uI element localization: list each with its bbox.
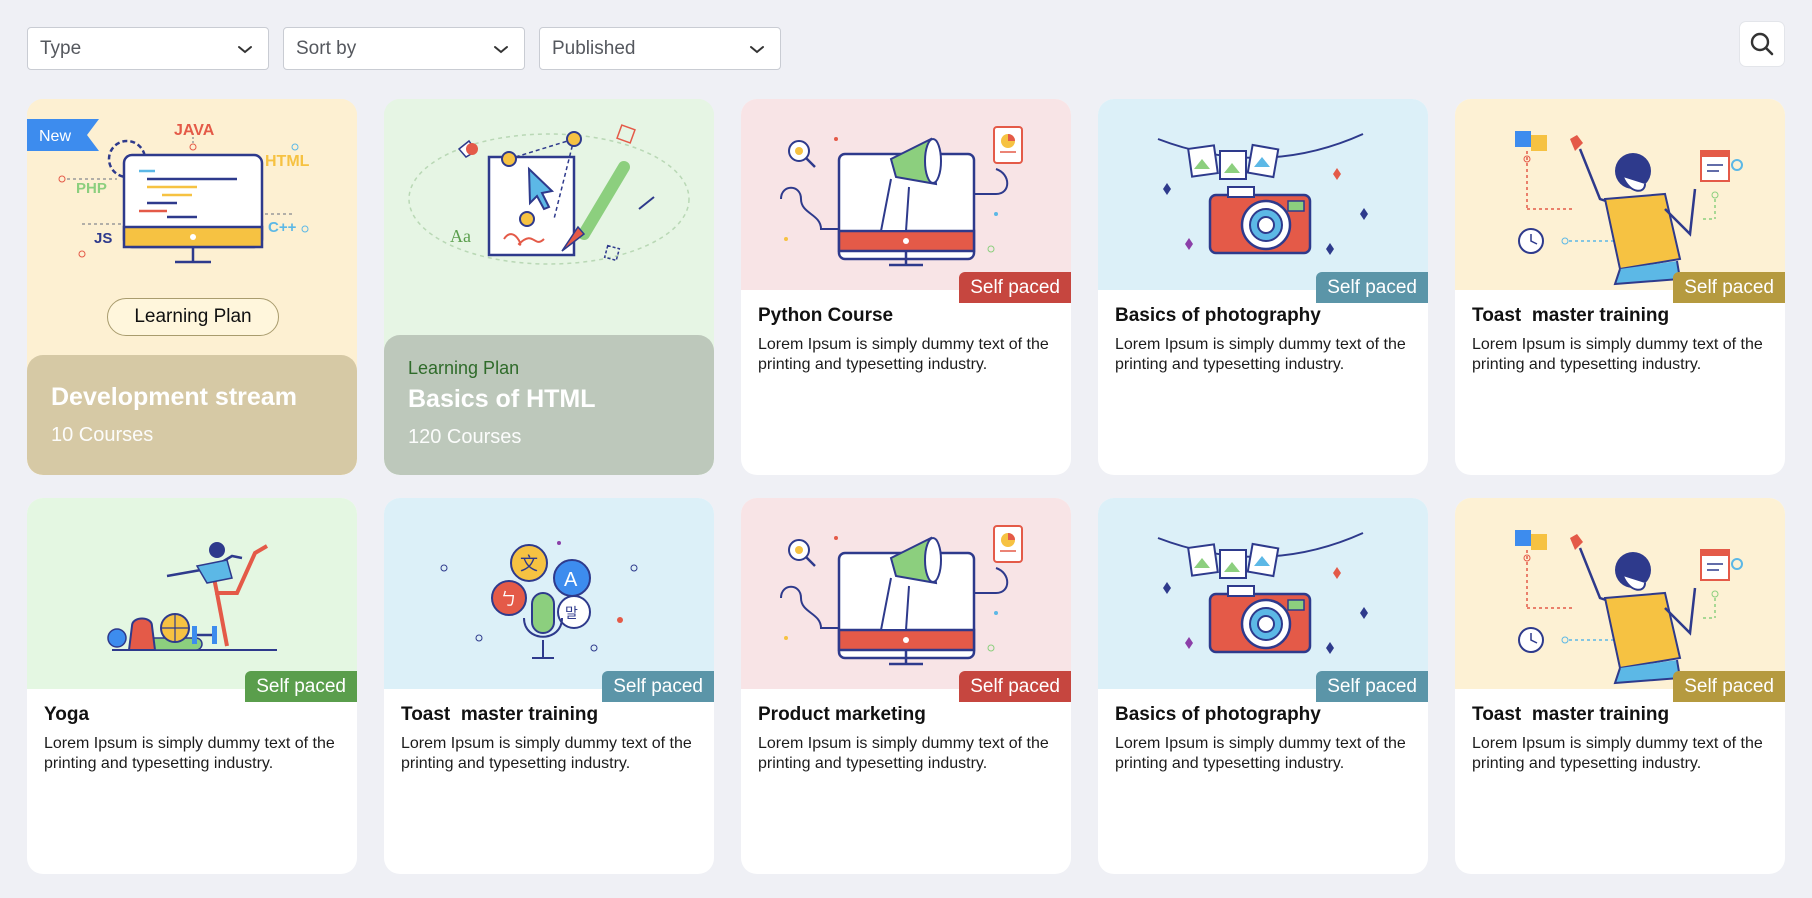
self-paced-badge: Self paced — [602, 671, 714, 702]
camera-illustration — [1098, 99, 1428, 290]
filter-bar: Type Sort by Published — [27, 27, 781, 70]
sort-select-value: Sort by — [296, 37, 357, 59]
course-description: Lorem Ipsum is simply dummy text of the … — [758, 336, 1049, 373]
course-description: Lorem Ipsum is simply dummy text of the … — [1115, 735, 1406, 772]
svg-text:HTML: HTML — [265, 153, 310, 170]
course-description: Lorem Ipsum is simply dummy text of the … — [1472, 735, 1763, 772]
published-select[interactable]: Published — [539, 27, 781, 70]
course-card[interactable]: Self paced Toast master training Lorem Ips… — [1455, 498, 1785, 874]
course-title: Product marketing — [758, 704, 926, 725]
type-select-value: Type — [40, 37, 82, 59]
svg-text:New: New — [39, 128, 71, 145]
course-card[interactable]: Self paced Yoga Lorem Ipsum is simply dumm… — [27, 498, 357, 874]
self-paced-badge: Self paced — [1316, 671, 1428, 702]
svg-text:文: 文 — [520, 554, 538, 575]
catalog-grid: JAVA HTML PHP JS C++ New Learning Plan D… — [27, 99, 1785, 874]
self-paced-badge: Self paced — [1673, 272, 1785, 303]
self-paced-badge: Self paced — [959, 272, 1071, 303]
course-card[interactable]: 文 A ㄅ 말 Self paced Toast master training L… — [384, 498, 714, 874]
course-card[interactable]: Self paced Basics of photography Lorem Ips… — [1098, 498, 1428, 874]
camera-illustration — [1098, 498, 1428, 689]
course-description: Lorem Ipsum is simply dummy text of the … — [1472, 336, 1763, 373]
svg-text:PHP: PHP — [76, 180, 107, 197]
course-title: Toast master training — [1472, 704, 1670, 725]
svg-text:A: A — [564, 569, 578, 591]
new-tag: New — [27, 119, 99, 151]
plan-info-panel: Learning Plan Basics of HTML 120 Courses — [384, 335, 714, 475]
course-title: Python Course — [758, 305, 894, 326]
marketing-illustration — [741, 498, 1071, 689]
learning-plan-card[interactable]: Aa Learning Plan Basics of HTML 120 Cour… — [384, 99, 714, 475]
course-card[interactable]: Self paced Basics of photography Lorem Ips… — [1098, 99, 1428, 475]
course-description: Lorem Ipsum is simply dummy text of the … — [44, 735, 335, 772]
self-paced-badge: Self paced — [1673, 671, 1785, 702]
search-icon — [1750, 32, 1774, 56]
course-card[interactable]: Self paced Product marketing Lorem Ipsum i… — [741, 498, 1071, 874]
learning-plan-card[interactable]: JAVA HTML PHP JS C++ New Learning Plan D… — [27, 99, 357, 475]
sort-select[interactable]: Sort by — [283, 27, 525, 70]
plan-title: Basics of HTML — [408, 385, 596, 413]
course-title: Basics of photography — [1115, 305, 1321, 326]
marketing-illustration — [741, 99, 1071, 290]
puzzle-illustration — [1455, 498, 1785, 689]
self-paced-badge: Self paced — [1316, 272, 1428, 303]
course-description: Lorem Ipsum is simply dummy text of the … — [401, 735, 692, 772]
chevron-down-icon — [238, 45, 252, 53]
plan-course-count: 120 Courses — [408, 426, 522, 448]
yoga-illustration — [27, 498, 357, 689]
course-title: Yoga — [44, 704, 90, 725]
svg-text:C++: C++ — [268, 219, 297, 236]
search-button[interactable] — [1740, 22, 1784, 66]
chevron-down-icon — [494, 45, 508, 53]
plan-kicker: Learning Plan — [408, 358, 520, 378]
svg-text:말: 말 — [565, 606, 578, 622]
type-select[interactable]: Type — [27, 27, 269, 70]
plan-course-count: 10 Courses — [51, 424, 154, 446]
course-title: Toast master training — [401, 704, 599, 725]
language-illustration: 文 A ㄅ 말 — [384, 498, 714, 689]
course-title: Basics of photography — [1115, 704, 1321, 725]
course-description: Lorem Ipsum is simply dummy text of the … — [758, 735, 1049, 772]
chevron-down-icon — [750, 45, 764, 53]
svg-text:JS: JS — [94, 230, 112, 247]
plan-title: Development stream — [51, 383, 297, 411]
course-card[interactable]: Self paced Toast master training Lorem Ips… — [1455, 99, 1785, 475]
published-select-value: Published — [552, 37, 636, 59]
svg-text:ㄅ: ㄅ — [500, 590, 517, 610]
course-card[interactable]: Self paced Python Course Lorem Ipsum is si… — [741, 99, 1071, 475]
svg-text:JAVA: JAVA — [174, 122, 215, 139]
course-description: Lorem Ipsum is simply dummy text of the … — [1115, 336, 1406, 373]
puzzle-illustration — [1455, 99, 1785, 290]
svg-text:Aa: Aa — [450, 226, 471, 246]
plan-info-panel: Development stream 10 Courses — [27, 355, 357, 475]
learning-plan-pill: Learning Plan — [107, 298, 279, 336]
self-paced-badge: Self paced — [245, 671, 357, 702]
self-paced-badge: Self paced — [959, 671, 1071, 702]
course-title: Toast master training — [1472, 305, 1670, 326]
